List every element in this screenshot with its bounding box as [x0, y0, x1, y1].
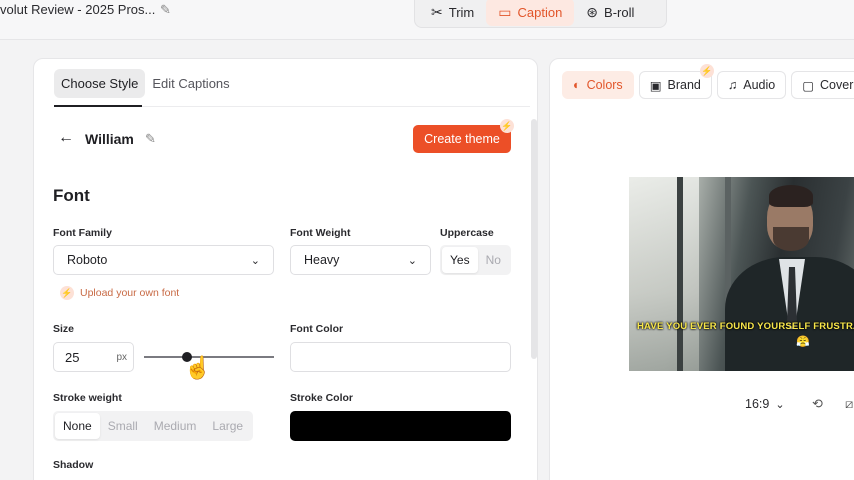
audio-tab-label: Audio — [743, 78, 776, 92]
rename-theme-pencil-icon[interactable]: ✎ — [145, 131, 156, 147]
size-unit: px — [116, 351, 127, 363]
uppercase-toggle: Yes No — [440, 245, 511, 275]
caption-label: Caption — [517, 4, 563, 20]
shadow-label: Shadow — [53, 459, 94, 471]
font-family-value: Roboto — [67, 253, 108, 267]
project-title: volut Review - 2025 Pros... — [0, 2, 156, 17]
lightning-icon: ⚡ — [500, 119, 514, 133]
briefcase-icon: ▣ — [649, 78, 662, 93]
font-weight-value: Heavy — [304, 253, 340, 267]
stroke-large[interactable]: Large — [204, 413, 251, 439]
font-family-label: Font Family — [53, 227, 112, 239]
aspect-ratio-value: 16:9 — [745, 397, 770, 411]
trim-mode-button[interactable]: ✂ Trim — [419, 0, 486, 26]
cover-tab-label: Cover — [820, 78, 854, 92]
uppercase-yes[interactable]: Yes — [442, 247, 478, 273]
font-color-swatch[interactable] — [290, 342, 511, 372]
presenter-hair — [769, 185, 813, 207]
font-weight-select[interactable]: Heavy ⌄ — [290, 245, 431, 275]
scissors-icon: ✂ — [431, 3, 443, 20]
tab-edit-captions[interactable]: Edit Captions — [145, 69, 236, 98]
window-frame — [677, 177, 683, 371]
stroke-color-swatch[interactable] — [290, 411, 511, 441]
palette-icon: ◐ — [573, 78, 581, 92]
crop-icon[interactable]: ⧄ — [845, 396, 853, 412]
upload-font-label: Upload your own font — [80, 287, 180, 299]
tab-cover[interactable]: ▢ Cover — [791, 71, 854, 99]
size-value: 25 — [65, 349, 80, 365]
tab-colors[interactable]: ◐ Colors — [562, 71, 634, 99]
broll-label: B-roll — [604, 4, 635, 20]
stroke-small[interactable]: Small — [100, 413, 146, 439]
chevron-down-icon: ⌄ — [775, 398, 785, 411]
font-color-label: Font Color — [290, 323, 344, 335]
lightning-icon: ⚡ — [60, 286, 74, 300]
tab-audio[interactable]: ♫ Audio — [716, 71, 787, 99]
chevron-down-icon: ⌄ — [407, 254, 417, 267]
upload-font-link[interactable]: ⚡ Upload your own font — [60, 286, 179, 300]
image-icon: ▢ — [802, 78, 815, 93]
theme-name: William — [85, 131, 134, 147]
font-section-title: Font — [53, 186, 90, 205]
preview-emoji: 😤 — [796, 336, 810, 348]
top-bar: volut Review - 2025 Pros... ✎ ✂ Trim ▭ C… — [0, 0, 854, 40]
stroke-none[interactable]: None — [55, 413, 100, 439]
font-family-select[interactable]: Roboto ⌄ — [53, 245, 274, 275]
edit-title-pencil-icon[interactable]: ✎ — [160, 2, 171, 18]
uppercase-label: Uppercase — [440, 227, 494, 239]
tab-choose-style[interactable]: Choose Style — [54, 69, 146, 98]
font-weight-label: Font Weight — [290, 227, 351, 239]
window-background — [629, 177, 699, 371]
panel-scrollbar[interactable] — [531, 119, 537, 359]
active-tab-indicator — [54, 105, 142, 107]
film-reel-icon: ⊛ — [586, 3, 599, 20]
caption-style-panel: Choose Style Edit Captions ← William ✎ C… — [33, 58, 538, 480]
caption-icon: ▭ — [498, 3, 512, 20]
mode-switcher: ✂ Trim ▭ Caption ⊛ B-roll — [414, 0, 667, 28]
broll-mode-button[interactable]: ⊛ B-roll — [574, 0, 646, 26]
size-label: Size — [53, 323, 75, 335]
preview-tabs: ◐ Colors ▣ Brand ⚡ ♫ Audio ▢ Cover — [562, 64, 854, 99]
preview-panel: ◐ Colors ▣ Brand ⚡ ♫ Audio ▢ Cover HAVE … — [549, 58, 854, 480]
aspect-ratio-select[interactable]: 16:9 ⌄ — [745, 397, 785, 411]
size-input[interactable]: 25 px — [53, 342, 134, 372]
trim-label: Trim — [448, 4, 475, 20]
create-theme-button[interactable]: Create theme — [413, 125, 511, 153]
back-arrow-icon[interactable]: ← — [58, 129, 74, 147]
stroke-medium[interactable]: Medium — [146, 413, 205, 439]
brand-tab-label: Brand — [667, 78, 701, 92]
chevron-down-icon: ⌄ — [250, 254, 260, 267]
stroke-color-label: Stroke Color — [290, 392, 354, 404]
lightning-icon: ⚡ — [699, 64, 714, 78]
caption-mode-button[interactable]: ▭ Caption — [486, 0, 575, 26]
music-note-icon: ♫ — [727, 78, 738, 92]
stroke-weight-options: None Small Medium Large — [53, 411, 254, 441]
refresh-icon[interactable]: ⟲ — [812, 396, 823, 412]
presenter-beard — [773, 227, 809, 251]
tab-brand[interactable]: ▣ Brand ⚡ — [638, 64, 714, 99]
uppercase-no[interactable]: No — [478, 247, 509, 273]
video-preview[interactable]: HAVE YOU EVER FOUND YOURSELF FRUSTRA 😤 — [629, 177, 854, 371]
preview-caption: HAVE YOU EVER FOUND YOURSELF FRUSTRA — [637, 321, 854, 332]
style-tabs: Choose Style Edit Captions — [54, 69, 237, 98]
hand-cursor-icon: ☝ — [184, 355, 212, 380]
colors-tab-label: Colors — [586, 78, 623, 92]
stroke-weight-label: Stroke weight — [53, 392, 122, 404]
